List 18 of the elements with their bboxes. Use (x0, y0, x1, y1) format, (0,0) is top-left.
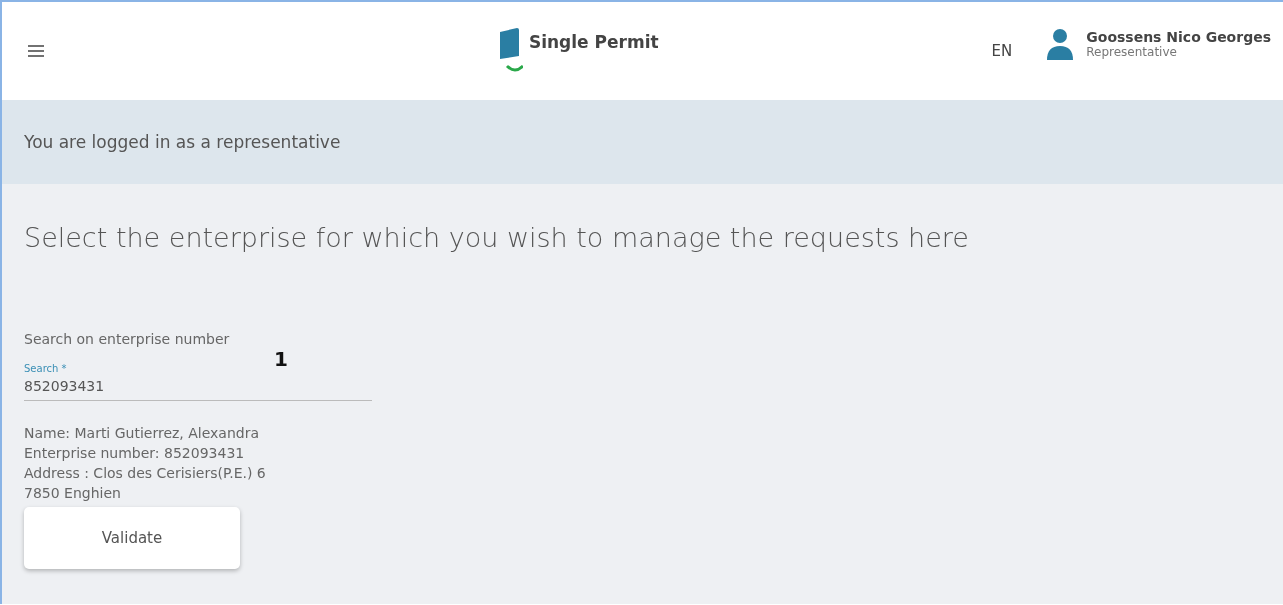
enterprise-detail: Address : Clos des Cerisiers(P.E.) 6 (24, 464, 267, 483)
user-role: Representative (1086, 45, 1178, 59)
enterprise-detail: 7850 Enghien (24, 484, 122, 503)
menu-icon (28, 45, 44, 57)
search-label: Search on enterprise number (24, 331, 231, 347)
field-label: Search * (24, 363, 67, 374)
user-icon (1046, 28, 1075, 60)
menu-button[interactable] (28, 45, 44, 57)
banner-text: You are logged in as a representative (24, 132, 341, 152)
user-name: Goossens Nico Georges (1086, 29, 1271, 45)
app-name: Single Permit (528, 32, 659, 52)
page-heading: Select the enterprise for which you wish to manage the requests here (24, 222, 970, 253)
enterprise-detail: Enterprise number: 852093431 (24, 444, 246, 463)
validate-button[interactable]: Validate (24, 507, 240, 569)
search-field[interactable]: 852093431 (24, 374, 372, 401)
language-button[interactable]: EN (991, 42, 1013, 60)
annotation-number: 1 (274, 347, 288, 371)
enterprise-detail: Name: Marti Gutierrez, Alexandra (24, 424, 261, 443)
